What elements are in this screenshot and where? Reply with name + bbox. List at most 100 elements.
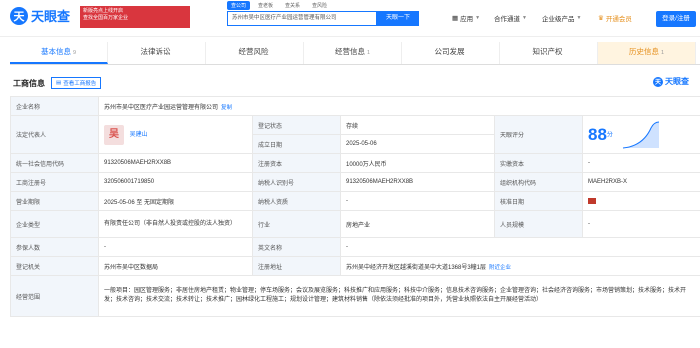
- biz-term: 2025-05-06 至 无固定期限: [98, 191, 253, 211]
- credit-code-label: 统一社会信用代码: [10, 153, 99, 173]
- nav-vip[interactable]: ♛ 开通会员: [598, 13, 632, 23]
- reg-address-cell: 苏州吴中经济开发区越溪街道吴中大道1368号3幢1层 附近企业: [339, 256, 700, 276]
- reg-authority-label: 登记机关: [10, 256, 99, 276]
- section-title: 工商信息: [13, 78, 45, 88]
- biz-reg-no-label: 工商注册号: [10, 172, 99, 192]
- brand-name: 天眼查: [31, 9, 71, 24]
- nav-app-label: 应用: [460, 16, 474, 23]
- nav-products[interactable]: 企业级产品 ▼: [542, 13, 581, 23]
- table-row: 营业期限 2025-05-06 至 无固定期限 纳税人资质 - 核准日期: [10, 191, 700, 211]
- approve-date-label: 核准日期: [494, 191, 583, 211]
- scope-label: 经营范围: [10, 275, 99, 317]
- nav-vip-label: 开通会员: [605, 16, 632, 23]
- search-button[interactable]: 天眼一下: [377, 11, 419, 26]
- table-row: 登记机关 苏州市吴中区数据局 注册地址 苏州吴中经济开发区越溪街道吴中大道136…: [10, 256, 700, 276]
- reg-address-label: 注册地址: [252, 256, 341, 276]
- business-info-table: 企业名称 苏州市吴中区医疗产业园运营管理有限公司 复制 法定代表人 吴 吴建山 登…: [10, 96, 700, 317]
- org-code: MAEH2RXB-X: [581, 172, 700, 192]
- app-grid-icon: ▦: [452, 15, 459, 22]
- insured: -: [98, 237, 253, 257]
- top-bar: 天 天眼查 新版亮点上线开启 查找全国百万家企业 查公司 查老板 查关系 查风险…: [0, 0, 700, 37]
- nearby-companies-link[interactable]: 附近企业: [489, 265, 511, 271]
- tab-legal[interactable]: 法律诉讼: [108, 42, 206, 64]
- tab-operation[interactable]: 经营信息 1: [304, 42, 402, 64]
- paid-capital-label: 实缴资本: [494, 153, 583, 173]
- table-row: 统一社会信用代码 91320506MAEH2RXX8B 注册资本 10000万人…: [10, 153, 700, 173]
- nav-app[interactable]: ▦ 应用 ▼: [452, 13, 480, 23]
- report-button[interactable]: ▤ 查看工商报告: [51, 77, 102, 89]
- login-button[interactable]: 登录/注册: [656, 11, 696, 27]
- search-tab-boss[interactable]: 查老板: [254, 1, 277, 10]
- promo-line-2: 查找全国百万家企业: [83, 15, 129, 21]
- insured-label: 参保人数: [10, 237, 99, 257]
- org-code-label: 组织机构代码: [494, 172, 583, 192]
- tianyan-score: 88: [588, 124, 607, 144]
- legal-rep-link[interactable]: 吴建山: [130, 132, 148, 138]
- tab-development[interactable]: 公司发展: [402, 42, 500, 64]
- scope: 一般项目：园区管理服务；非居住房地产租赁；物业管理；停车场服务；会议及展览服务；…: [97, 275, 700, 317]
- tab-ip[interactable]: 知识产权: [500, 42, 598, 64]
- table-row: 工商注册号 320506001719850 纳税人识别号 91320506MAE…: [10, 172, 700, 192]
- tab-count: 1: [366, 50, 371, 56]
- company-name-label: 企业名称: [10, 96, 99, 116]
- tab-label: 法律诉讼: [140, 47, 171, 56]
- tianyan-score-cell[interactable]: 88分: [581, 115, 700, 154]
- taxpayer-id-label: 纳税人识别号: [252, 172, 341, 192]
- tab-label: 公司发展: [434, 47, 465, 56]
- search-tab-risk[interactable]: 查风险: [308, 1, 331, 10]
- nav-cooperation[interactable]: 合作通道 ▼: [494, 13, 527, 23]
- logo-mark-icon: 天: [10, 6, 28, 25]
- watermark-text: 天眼查: [665, 77, 689, 86]
- table-row: 法定代表人 吴 吴建山 登记状态 存续 天眼评分 88分: [10, 115, 700, 154]
- english-name-label: 英文名称: [252, 237, 341, 257]
- company-name: 苏州市吴中区医疗产业园运营管理有限公司: [104, 104, 219, 111]
- est-date-label: 成立日期: [252, 134, 341, 154]
- table-row: 企业类型 有限责任公司（非自然人投资或控股的法人独资） 行业 房地产业 人员规模…: [10, 210, 700, 238]
- report-button-label: 查看工商报告: [63, 81, 97, 87]
- section-header: 工商信息 ▤ 查看工商报告: [13, 77, 102, 89]
- tab-basic-info[interactable]: 基本信息 9: [10, 42, 108, 64]
- promo-banner[interactable]: 新版亮点上线开启 查找全国百万家企业: [80, 6, 190, 28]
- reg-capital-label: 注册资本: [252, 153, 341, 173]
- paid-capital: -: [581, 153, 700, 173]
- tab-risk[interactable]: 经营风险: [206, 42, 304, 64]
- search-tab-relation[interactable]: 查关系: [281, 1, 304, 10]
- taxpayer-id: 91320506MAEH2RXX8B: [340, 172, 495, 192]
- brand-logo[interactable]: 天 天眼查: [10, 6, 70, 25]
- reg-status-label: 登记状态: [252, 115, 341, 135]
- tab-label: 经营信息: [334, 47, 365, 56]
- staff-size-label: 人员规模: [494, 210, 583, 238]
- tab-label: 经营风险: [238, 47, 269, 56]
- chevron-down-icon: ▼: [576, 15, 582, 21]
- search-tab-company[interactable]: 查公司: [227, 1, 251, 10]
- report-icon: ▤: [56, 80, 62, 86]
- search-input[interactable]: 苏州市吴中区医疗产业园运营管理有限公司: [227, 11, 377, 26]
- score-trend-icon: [622, 121, 659, 148]
- main-tabs: 基本信息 9 法律诉讼 经营风险 经营信息 1 公司发展 知识产权 历史信息 1: [10, 42, 700, 65]
- chevron-down-icon: ▼: [522, 15, 527, 21]
- credit-code: 91320506MAEH2RXX8B: [98, 153, 253, 173]
- watermark-mark-icon: 天: [653, 76, 663, 87]
- watermark-logo: 天 天眼查: [653, 76, 689, 87]
- reg-address: 苏州吴中经济开发区越溪街道吴中大道1368号3幢1层: [346, 264, 487, 271]
- taxpayer-qual-label: 纳税人资质: [252, 191, 341, 211]
- biz-term-label: 营业期限: [10, 191, 99, 211]
- company-name-cell: 苏州市吴中区医疗产业园运营管理有限公司 复制: [97, 96, 700, 116]
- company-type: 有限责任公司（非自然人投资或控股的法人独资）: [98, 210, 253, 238]
- tianyan-score-label: 天眼评分: [494, 115, 583, 154]
- search-type-tabs: 查公司 查老板 查关系 查风险: [227, 1, 331, 10]
- table-row: 参保人数 - 英文名称 -: [10, 237, 700, 257]
- industry: 房地产业: [340, 210, 495, 238]
- score-unit: 分: [606, 132, 613, 139]
- legal-rep-label: 法定代表人: [10, 115, 99, 154]
- copy-link[interactable]: 复制: [221, 105, 232, 111]
- approve-date-cell: [581, 191, 700, 211]
- vip-crown-icon: ♛: [598, 15, 604, 22]
- tab-label: 知识产权: [532, 47, 563, 56]
- english-name: -: [339, 237, 700, 257]
- tab-history[interactable]: 历史信息 1: [598, 42, 696, 64]
- taxpayer-qual: -: [340, 191, 495, 211]
- promo-line-1: 新版亮点上线开启: [83, 8, 124, 14]
- industry-label: 行业: [252, 210, 341, 238]
- company-type-label: 企业类型: [10, 210, 99, 238]
